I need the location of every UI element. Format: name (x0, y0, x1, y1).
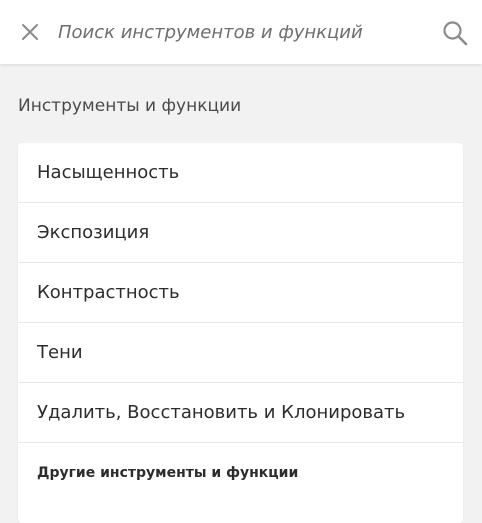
search-button[interactable] (438, 16, 472, 50)
search-bar (0, 0, 482, 64)
list-item-contrast[interactable]: Контрастность (18, 263, 463, 323)
section-title: Инструменты и функции (18, 96, 242, 116)
search-icon (443, 21, 468, 46)
list-item-exposure[interactable]: Экспозиция (18, 203, 463, 263)
tools-list: Насыщенность Экспозиция Контрастность Те… (18, 143, 463, 523)
close-icon (22, 24, 38, 40)
other-tools-link[interactable]: Другие инструменты и функции (18, 443, 463, 503)
close-button[interactable] (14, 16, 46, 48)
list-item-shadows[interactable]: Тени (18, 323, 463, 383)
list-item-saturation[interactable]: Насыщенность (18, 143, 463, 203)
list-item-remove-heal-clone[interactable]: Удалить, Восстановить и Клонировать (18, 383, 463, 443)
search-input[interactable] (58, 14, 418, 50)
